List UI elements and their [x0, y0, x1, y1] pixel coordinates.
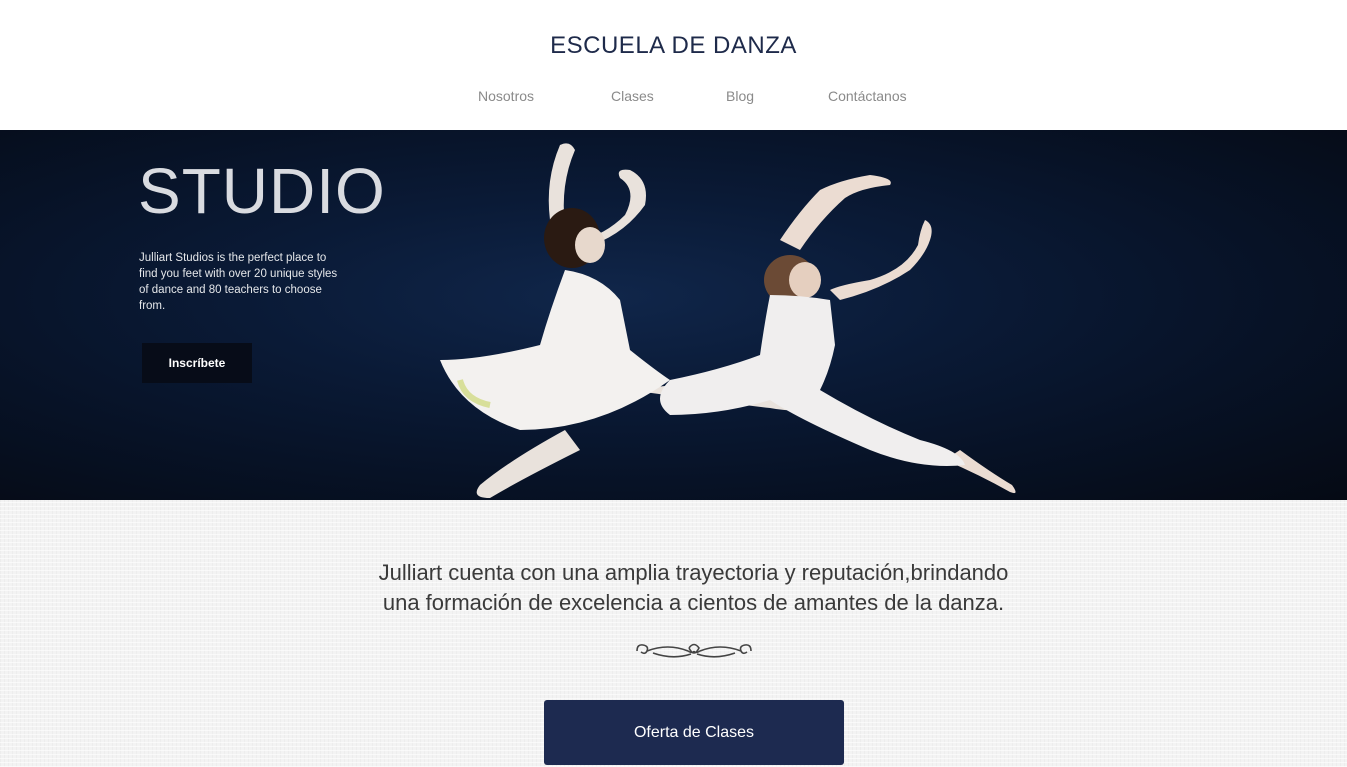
hero-banner: STUDIO Julliart Studios is the perfect p…: [0, 130, 1347, 500]
site-header: ESCUELA DE DANZA Nosotros Clases Blog Co…: [0, 0, 1347, 130]
nav-item-nosotros[interactable]: Nosotros: [478, 88, 534, 104]
about-tagline: Julliart cuenta con una amplia trayector…: [300, 558, 1087, 618]
tagline-line-1: Julliart cuenta con una amplia trayector…: [378, 560, 1009, 585]
nav-item-contactanos[interactable]: Contáctanos: [828, 88, 907, 104]
hero-description: Julliart Studios is the perfect place to…: [139, 252, 338, 312]
main-nav: Nosotros Clases Blog Contáctanos: [0, 88, 1347, 108]
nav-item-blog[interactable]: Blog: [726, 88, 754, 104]
site-title[interactable]: ESCUELA DE DANZA: [0, 32, 1347, 60]
enroll-button[interactable]: Inscríbete: [142, 343, 252, 383]
tagline-line-2: una formación de excelencia a cientos de…: [382, 590, 1005, 615]
hero-title: STUDIO: [138, 155, 386, 227]
dancers-image: [440, 143, 1016, 498]
flourish-ornament-icon: [636, 643, 752, 658]
class-offer-button[interactable]: Oferta de Clases: [544, 700, 844, 765]
nav-item-clases[interactable]: Clases: [611, 88, 654, 104]
about-section: Julliart cuenta con una amplia trayector…: [0, 500, 1347, 767]
